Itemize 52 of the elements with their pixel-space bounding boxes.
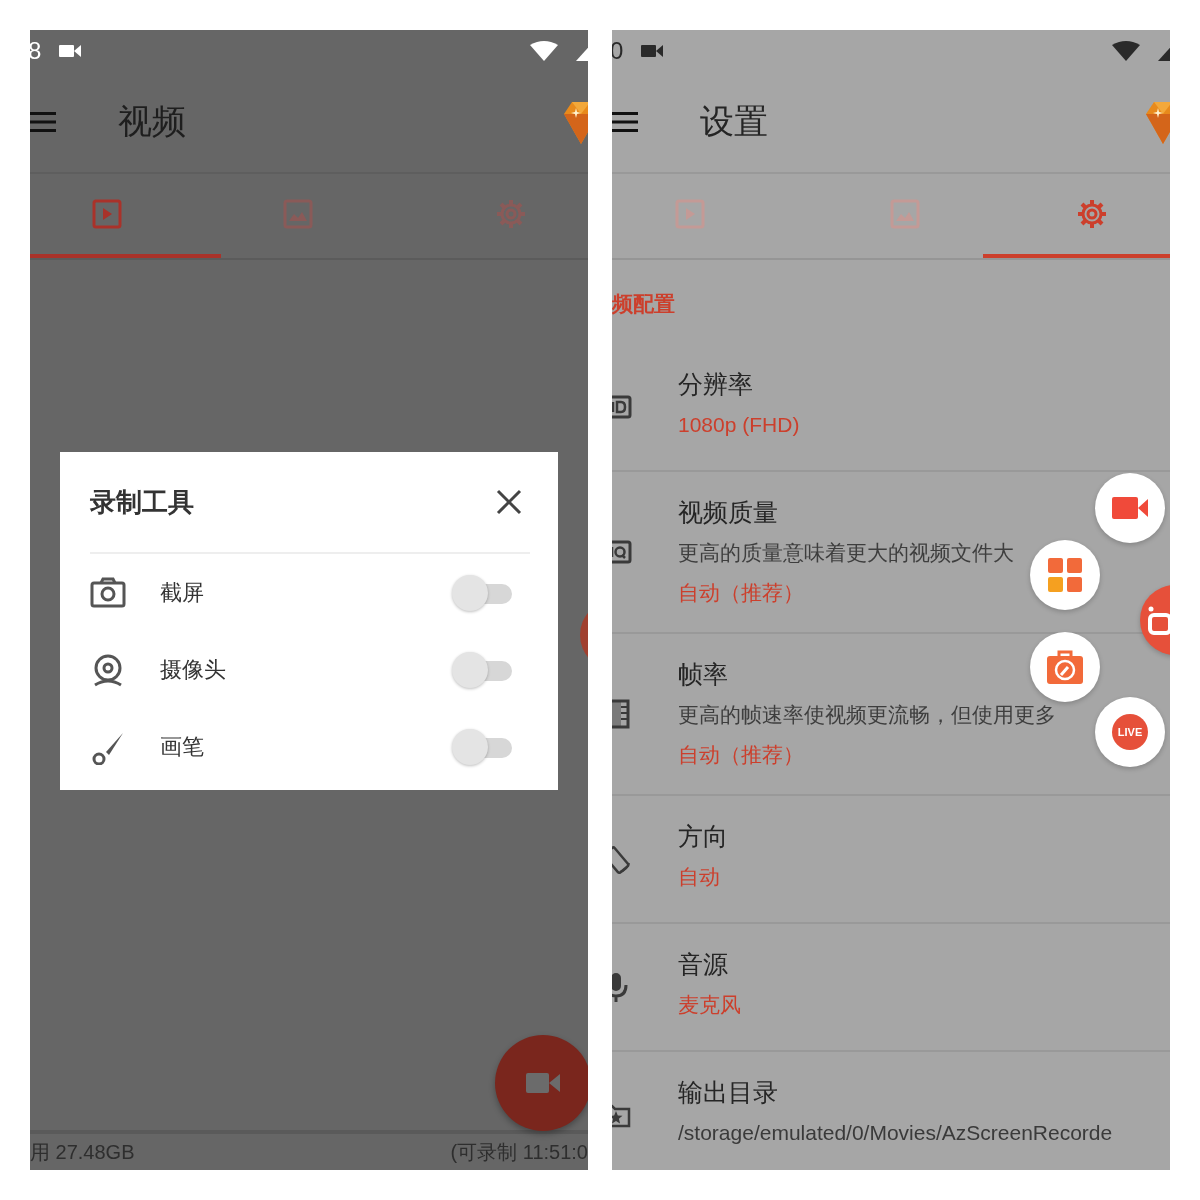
storage-text: 用 27.48GB <box>30 1139 135 1165</box>
play-icon <box>91 198 124 230</box>
setting-title: 输出目录 <box>678 1077 779 1108</box>
floating-bubble[interactable] <box>1030 540 1100 610</box>
wifi-icon <box>1112 41 1140 61</box>
tool-label: 画笔 <box>160 732 205 761</box>
toggle-switch[interactable] <box>452 574 512 611</box>
setting-title: 视频质量 <box>678 497 779 528</box>
section-header: 频配置 <box>612 291 676 317</box>
menu-icon[interactable] <box>612 111 638 133</box>
setting-title: 方向 <box>678 821 728 852</box>
play-icon <box>674 198 707 230</box>
recording-time-text: (可录制 11:51:0 <box>450 1139 588 1165</box>
menu-icon[interactable] <box>30 111 56 133</box>
video-camera-icon <box>1112 494 1148 522</box>
dialog-title: 录制工具 <box>90 485 194 519</box>
tool-label: 截屏 <box>160 578 205 607</box>
wifi-icon <box>530 41 558 61</box>
folder-path: /storage/emulated/0/Movies/AzScreenRecorde <box>678 1120 1113 1146</box>
grid-icon <box>1048 558 1082 592</box>
setting-value: 1080p (FHD) <box>678 412 800 438</box>
floating-bubble[interactable] <box>1030 632 1100 702</box>
setting-value: 自动（推荐） <box>678 742 805 768</box>
image-icon <box>889 198 921 230</box>
setting-value: 自动 <box>678 864 721 890</box>
close-icon[interactable] <box>496 489 522 515</box>
toggle-switch[interactable] <box>452 651 512 688</box>
toolbox-icon <box>1047 650 1083 684</box>
tool-label: 摄像头 <box>160 655 227 684</box>
image-icon <box>282 198 314 230</box>
setting-title: 帧率 <box>678 659 729 690</box>
setting-title: 音源 <box>678 949 729 980</box>
setting-title: 分辨率 <box>678 369 754 400</box>
floating-bubble[interactable] <box>1095 473 1165 543</box>
toggle-switch[interactable] <box>452 728 512 765</box>
diamond-icon[interactable] <box>1146 100 1170 144</box>
setting-description: 更高的质量意味着更大的视频文件大 <box>678 540 1014 566</box>
screen-title: 视频 <box>118 101 186 142</box>
settings-icon <box>1075 198 1108 230</box>
setting-value: 自动（推荐） <box>678 580 805 606</box>
video-camera-icon <box>641 43 664 59</box>
setting-value: 麦克风 <box>678 992 741 1018</box>
video-camera-icon <box>59 43 82 59</box>
screen-title: 设置 <box>700 101 768 142</box>
video-camera-icon <box>526 1071 560 1095</box>
setting-description: 更高的帧速率使视频更流畅，但使用更多 <box>678 702 1056 728</box>
record-button[interactable] <box>495 1035 588 1131</box>
live-badge: LIVE <box>1112 714 1148 750</box>
diamond-icon[interactable] <box>564 100 588 144</box>
settings-icon <box>494 198 527 230</box>
recorder-icon <box>1148 605 1170 635</box>
floating-bubble[interactable]: LIVE <box>1095 697 1165 767</box>
